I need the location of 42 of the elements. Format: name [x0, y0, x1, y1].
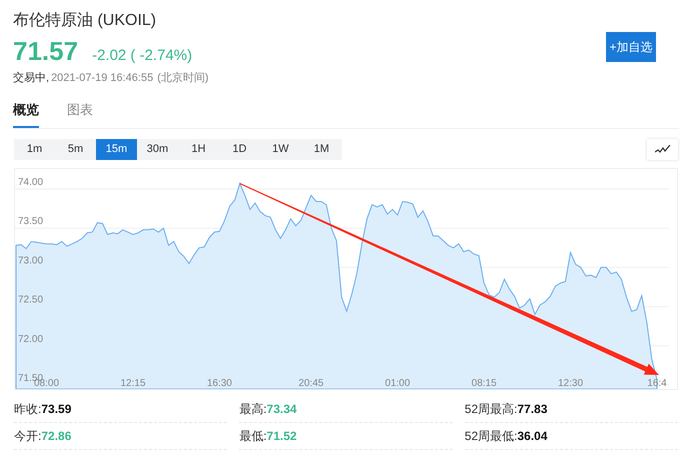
y-axis-label: 74.00 — [18, 176, 44, 188]
x-axis-label: 20:45 — [298, 378, 324, 388]
tab[interactable]: 概览 — [13, 100, 39, 128]
stat-value: 73.59 — [41, 400, 72, 418]
last-price: 71.57 — [13, 36, 78, 66]
price-change: -2.02 ( -2.74%) — [92, 46, 192, 66]
interval-button[interactable]: 1W — [260, 138, 301, 160]
stat-value: 72.86 — [41, 428, 72, 444]
stat-value: 77.83 — [517, 400, 548, 418]
stat-label: 最高: — [239, 400, 267, 418]
x-axis-label: 16:30 — [206, 378, 232, 388]
y-axis-label: 73.00 — [18, 254, 44, 266]
stat-value: 36.04 — [517, 428, 548, 444]
timezone-note: (北京时间) — [157, 70, 209, 86]
stat-value: 73.34 — [266, 400, 297, 418]
y-axis-label: 72.50 — [18, 294, 44, 306]
y-axis-label: 72.00 — [18, 333, 44, 344]
interval-button[interactable]: 1M — [301, 138, 342, 160]
stat-label: 52周最高: — [464, 400, 518, 418]
interval-button[interactable]: 30m — [137, 138, 178, 160]
trading-status: 交易中, — [13, 70, 50, 86]
timestamp: 2021-07-19 16:46:55 — [51, 70, 154, 86]
stat-label: 52周最低: — [464, 428, 518, 444]
stat-value: 71.52 — [266, 428, 297, 444]
stat-label: 昨收: — [14, 400, 42, 418]
interval-button[interactable]: 1m — [14, 138, 55, 160]
y-axis-label: 73.50 — [18, 216, 44, 227]
interval-button[interactable]: 1D — [219, 138, 260, 160]
stat-label: 最低: — [239, 428, 267, 444]
stat-label: 今开: — [14, 428, 42, 444]
interval-button[interactable]: 5m — [55, 138, 96, 160]
x-axis-label: 12:15 — [120, 378, 146, 388]
interval-button[interactable]: 1H — [178, 138, 219, 160]
line-chart-icon — [654, 144, 670, 154]
add-watchlist-button[interactable]: +加自选 — [606, 32, 656, 62]
x-axis-label: 12:30 — [558, 378, 584, 388]
x-axis-label: 08:15 — [472, 378, 497, 388]
interval-button[interactable]: 15m — [96, 138, 137, 160]
x-axis-label: 01:00 — [385, 378, 410, 388]
tab[interactable]: 图表 — [67, 100, 93, 128]
chart-type-button[interactable] — [647, 138, 678, 160]
instrument-title: 布伦特原油 (UKOIL) — [13, 10, 158, 31]
